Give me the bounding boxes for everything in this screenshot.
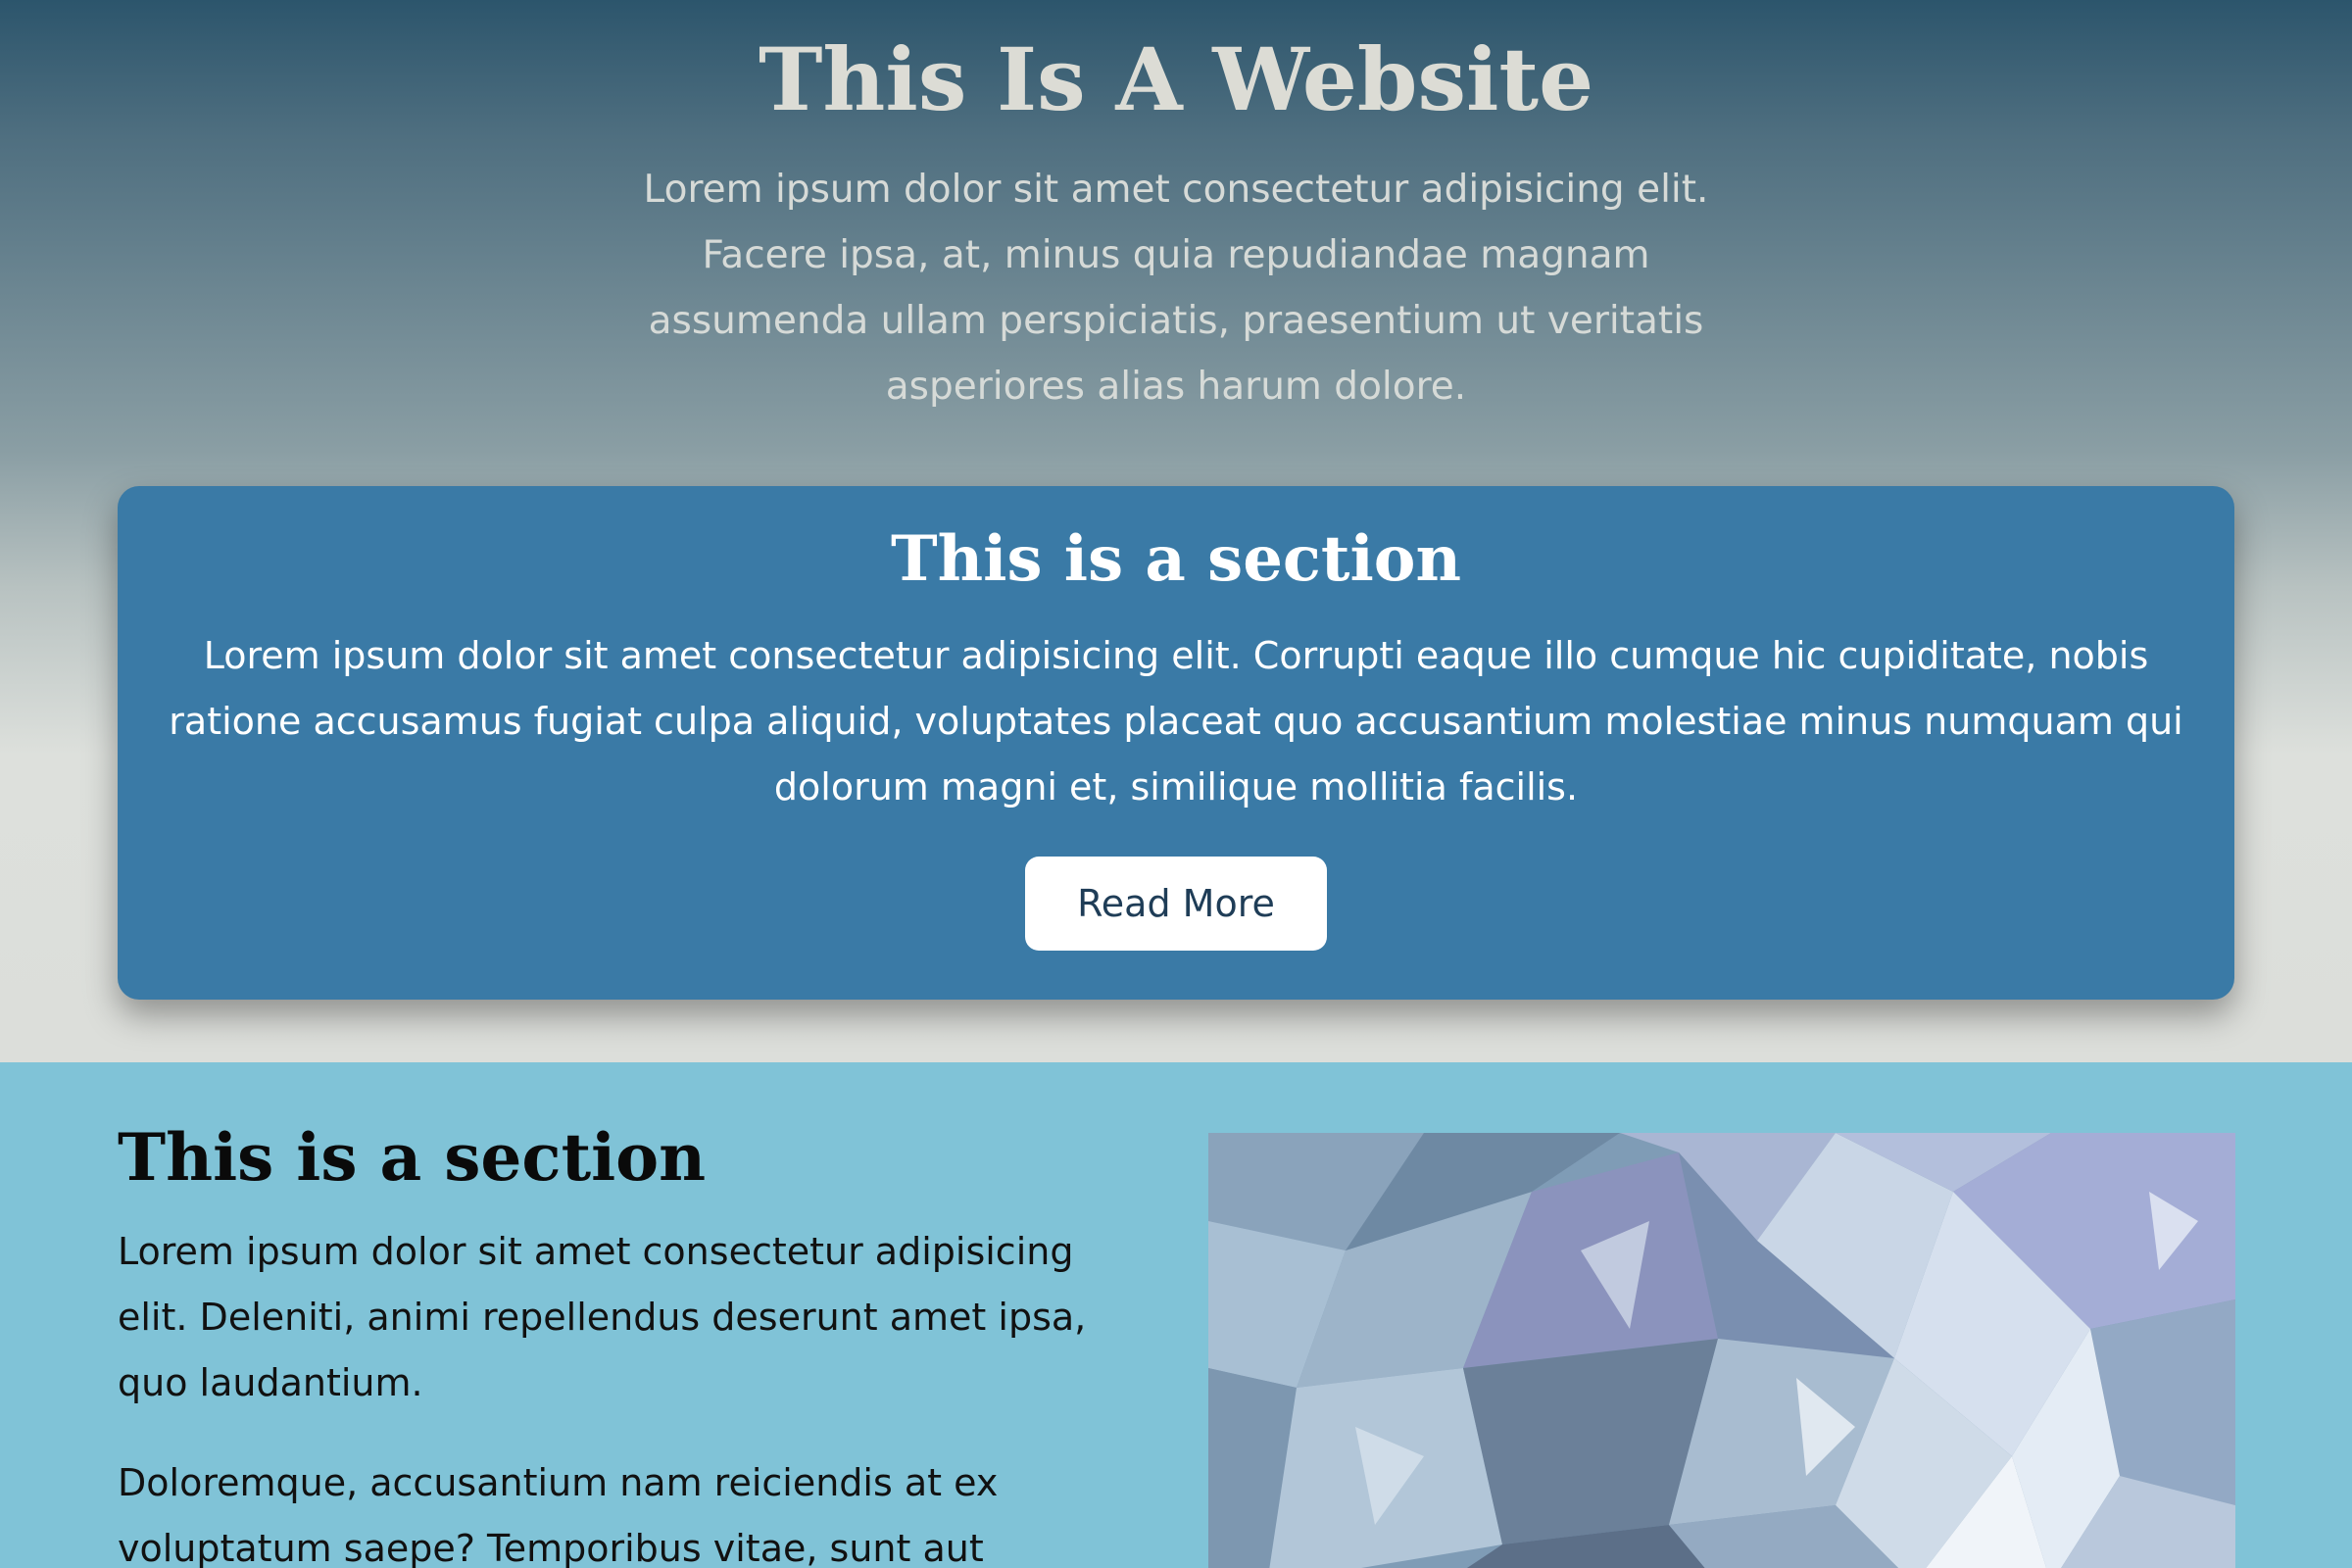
section-title: This is a section xyxy=(118,1119,707,1196)
site-title: This Is A Website xyxy=(758,28,1594,130)
card-title: This is a section xyxy=(891,522,1461,596)
feature-card: This is a section Lorem ipsum dolor sit … xyxy=(118,486,2234,1000)
hero-description: Lorem ipsum dolor sit amet consectetur a… xyxy=(643,168,1709,409)
hero-section: This Is A Website Lorem ipsum dolor sit … xyxy=(0,0,2352,1062)
section-paragraph-1: Lorem ipsum dolor sit amet consectetur a… xyxy=(118,1230,1087,1404)
read-more-button[interactable]: Read More xyxy=(1025,857,1327,951)
card-description: Lorem ipsum dolor sit amet consectetur a… xyxy=(169,634,2183,808)
section-paragraph-2: Doloremque, accusantium nam reiciendis a… xyxy=(118,1461,999,1568)
crystal-image-graphic xyxy=(1208,1133,2235,1568)
content-section: This is a section Lorem ipsum dolor sit … xyxy=(0,1062,2352,1568)
crystal-image xyxy=(1208,1133,2235,1568)
